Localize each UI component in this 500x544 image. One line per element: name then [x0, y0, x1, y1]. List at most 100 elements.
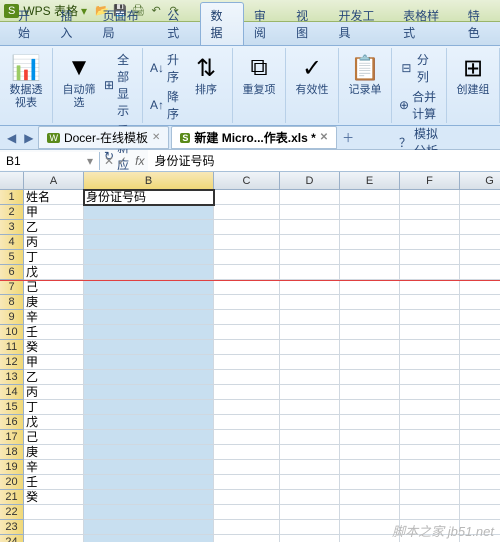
cell[interactable] — [400, 460, 460, 475]
tab-审阅[interactable]: 审阅 — [244, 3, 286, 45]
cell[interactable] — [340, 340, 400, 355]
cell[interactable] — [460, 355, 500, 370]
cell[interactable] — [340, 490, 400, 505]
cell[interactable] — [214, 295, 280, 310]
row-header[interactable]: 6 — [0, 265, 24, 280]
cell[interactable] — [280, 535, 340, 542]
cell[interactable] — [214, 415, 280, 430]
cell[interactable] — [84, 490, 214, 505]
row-header[interactable]: 4 — [0, 235, 24, 250]
cell[interactable] — [84, 370, 214, 385]
cell[interactable]: 辛 — [24, 460, 84, 475]
row-header[interactable]: 24 — [0, 535, 24, 542]
cell[interactable] — [84, 235, 214, 250]
sort-asc-button[interactable]: A↓升序 — [147, 50, 184, 86]
cell[interactable] — [214, 370, 280, 385]
cell[interactable] — [340, 325, 400, 340]
row-header[interactable]: 20 — [0, 475, 24, 490]
cell[interactable] — [84, 505, 214, 520]
cell[interactable] — [214, 535, 280, 542]
formula-input[interactable]: 身份证号码 — [148, 150, 500, 171]
cell[interactable] — [84, 355, 214, 370]
cell[interactable] — [280, 520, 340, 535]
doc-tab[interactable]: S新建 Micro...作表.xls *✕ — [171, 126, 337, 149]
cell[interactable]: 戊 — [24, 415, 84, 430]
cell[interactable] — [214, 355, 280, 370]
cell[interactable]: 癸 — [24, 490, 84, 505]
cell[interactable] — [214, 340, 280, 355]
cell[interactable] — [340, 400, 400, 415]
cell[interactable] — [460, 250, 500, 265]
cell[interactable] — [460, 325, 500, 340]
row-header[interactable]: 10 — [0, 325, 24, 340]
cell[interactable]: 庚 — [24, 445, 84, 460]
cell[interactable] — [84, 475, 214, 490]
cell[interactable] — [400, 265, 460, 280]
cell[interactable] — [280, 490, 340, 505]
cell[interactable] — [280, 280, 340, 295]
cell[interactable] — [280, 205, 340, 220]
cell[interactable] — [84, 385, 214, 400]
cell[interactable] — [214, 250, 280, 265]
cell[interactable] — [460, 385, 500, 400]
cell[interactable] — [280, 370, 340, 385]
cell[interactable] — [84, 265, 214, 280]
cell[interactable] — [214, 235, 280, 250]
cell[interactable] — [460, 430, 500, 445]
cell[interactable] — [214, 190, 280, 205]
row-header[interactable]: 13 — [0, 370, 24, 385]
cell[interactable] — [84, 520, 214, 535]
column-header[interactable]: D — [280, 172, 340, 190]
cell[interactable] — [340, 190, 400, 205]
row-header[interactable]: 5 — [0, 250, 24, 265]
cell[interactable] — [24, 520, 84, 535]
cell[interactable] — [400, 295, 460, 310]
cell[interactable] — [400, 235, 460, 250]
cell[interactable] — [400, 220, 460, 235]
cell[interactable] — [400, 325, 460, 340]
cell[interactable]: 乙 — [24, 220, 84, 235]
record-form-button[interactable]: 📋 记录单 — [343, 50, 387, 99]
enter-icon[interactable]: ✓ — [117, 154, 127, 168]
cell[interactable]: 戊 — [24, 265, 84, 280]
column-header[interactable]: B — [84, 172, 214, 190]
row-header[interactable]: 7 — [0, 280, 24, 295]
cell[interactable]: 己 — [24, 430, 84, 445]
row-header[interactable]: 14 — [0, 385, 24, 400]
cell[interactable] — [84, 340, 214, 355]
row-header[interactable]: 18 — [0, 445, 24, 460]
cell[interactable] — [340, 355, 400, 370]
column-header[interactable]: C — [214, 172, 280, 190]
cell[interactable] — [460, 235, 500, 250]
cell[interactable] — [214, 490, 280, 505]
cell[interactable] — [460, 205, 500, 220]
tab-add-icon[interactable]: ＋ — [339, 129, 357, 146]
cell[interactable] — [340, 220, 400, 235]
cell[interactable] — [400, 250, 460, 265]
tab-特色[interactable]: 特色 — [458, 3, 500, 45]
cell[interactable] — [400, 475, 460, 490]
cell[interactable] — [400, 340, 460, 355]
cell[interactable] — [340, 430, 400, 445]
cell[interactable] — [400, 400, 460, 415]
fx-icon[interactable]: fx — [131, 154, 148, 168]
cell[interactable] — [84, 250, 214, 265]
row-header[interactable]: 1 — [0, 190, 24, 205]
cell[interactable] — [340, 520, 400, 535]
row-header[interactable]: 12 — [0, 355, 24, 370]
cell[interactable] — [340, 310, 400, 325]
consolidate-button[interactable]: ⊕合并计算 — [396, 87, 442, 123]
cell[interactable] — [280, 460, 340, 475]
cell[interactable] — [84, 310, 214, 325]
cell[interactable] — [84, 325, 214, 340]
sort-desc-button[interactable]: A↑降序 — [147, 87, 184, 123]
duplicates-button[interactable]: ⧉ 重复项 — [237, 50, 281, 99]
cell[interactable] — [280, 505, 340, 520]
cell[interactable] — [460, 370, 500, 385]
create-group-button[interactable]: ⊞ 创建组 — [451, 50, 495, 99]
cell[interactable] — [280, 325, 340, 340]
show-all-button[interactable]: ⊞全部显示 — [101, 50, 138, 120]
tab-表格样式[interactable]: 表格样式 — [393, 3, 458, 45]
cell[interactable] — [280, 265, 340, 280]
cell[interactable] — [340, 235, 400, 250]
